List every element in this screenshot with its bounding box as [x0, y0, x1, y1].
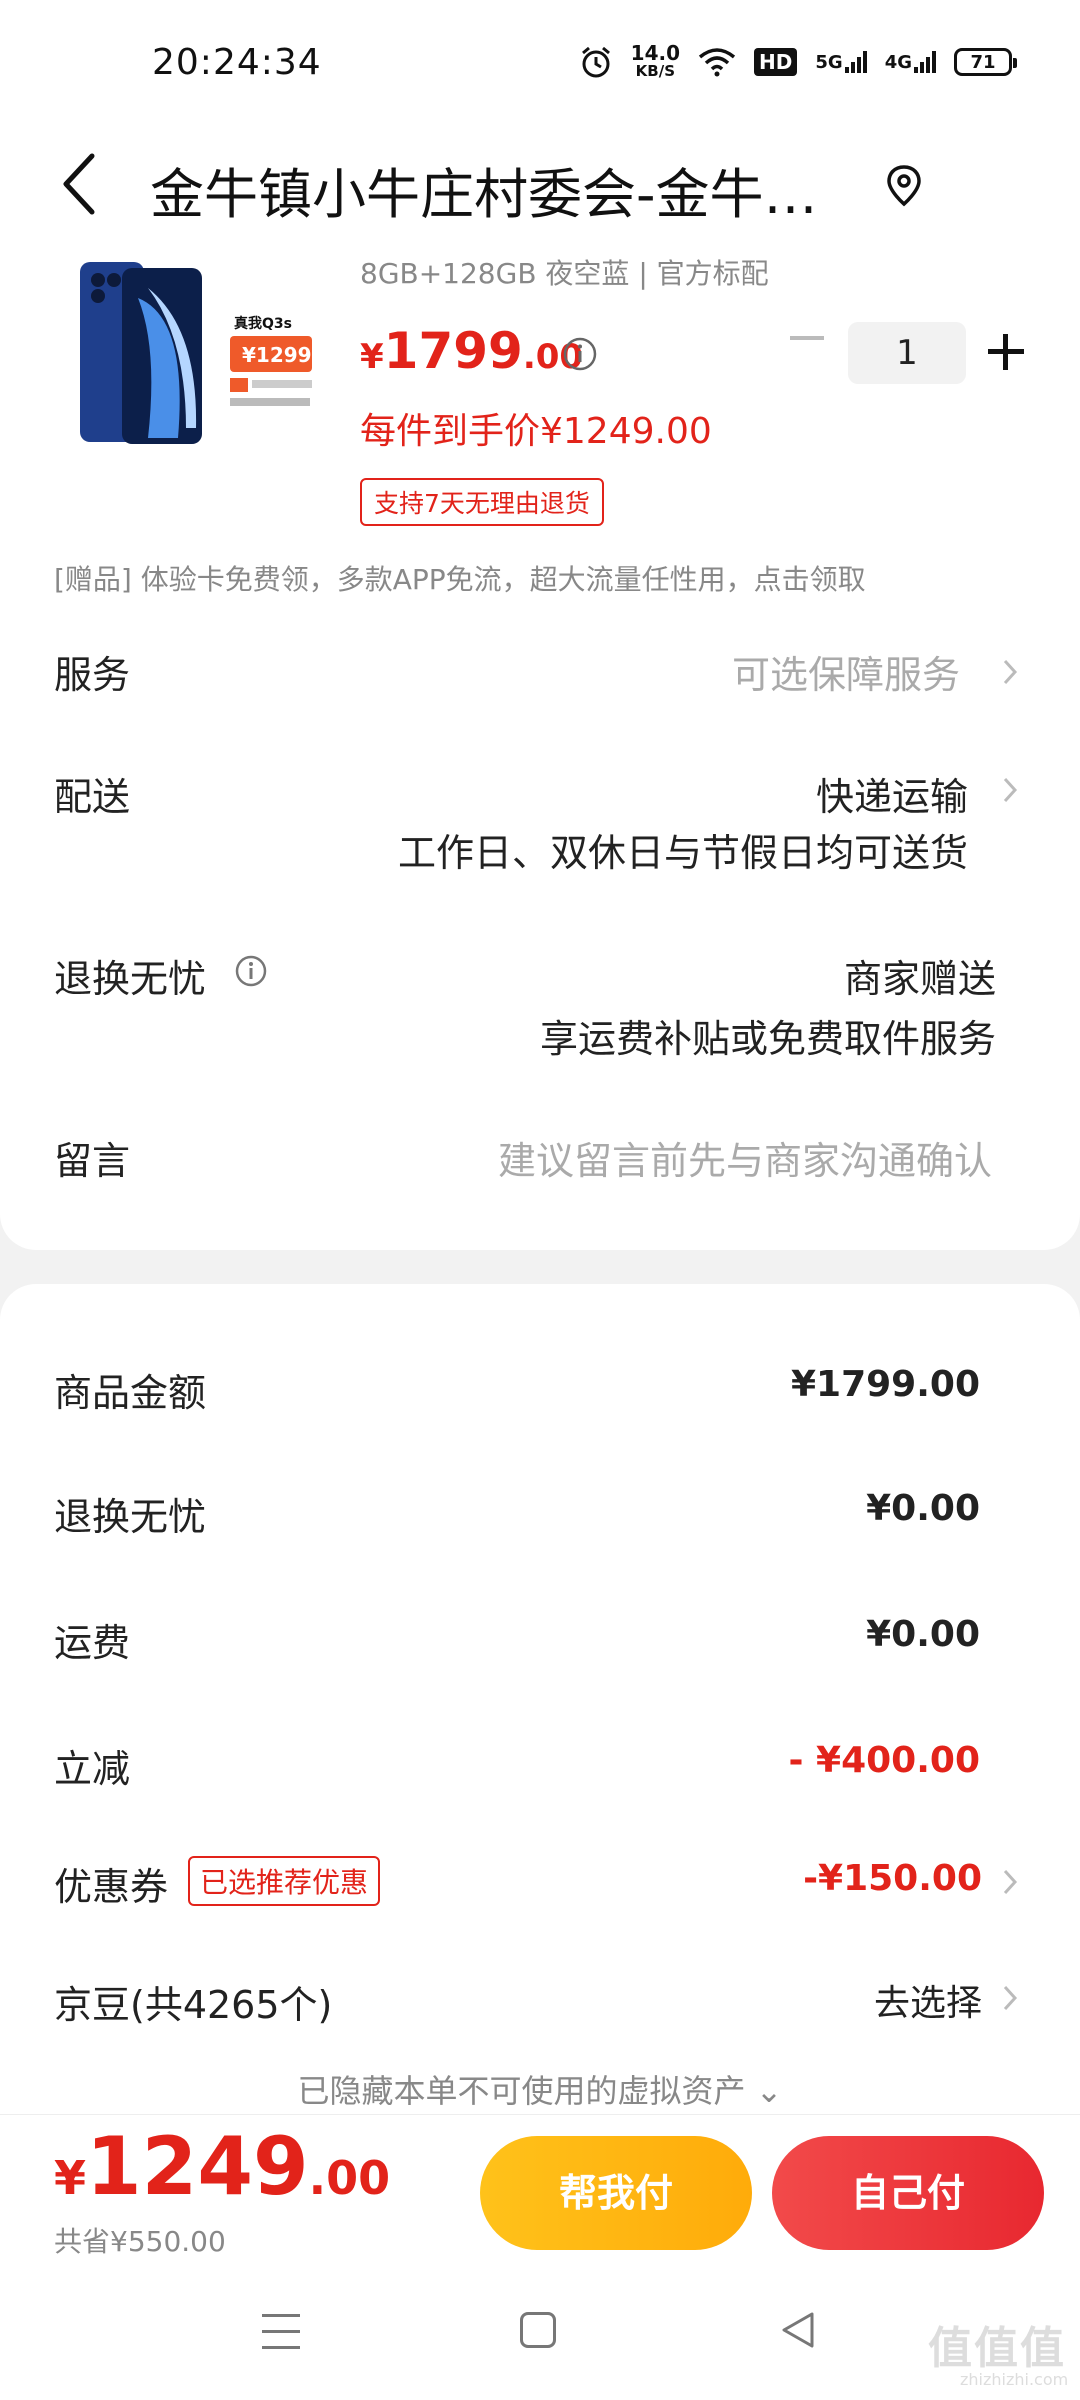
goods-amount-value: ¥1799.00 — [790, 1364, 980, 1405]
hd-voice-badge: HD — [754, 48, 798, 76]
product-image-brand: 真我Q3s — [234, 315, 292, 332]
worry-free-fee-label: 退换无忧 — [54, 1495, 207, 1539]
product-image-price: ¥1299 — [242, 343, 312, 367]
price-symbol: ¥ — [360, 337, 384, 377]
speed-value: 14.0 — [630, 41, 681, 65]
shipping-fee-label: 运费 — [54, 1621, 131, 1665]
instant-discount-label: 立减 — [54, 1747, 131, 1791]
service-label: 服务 — [54, 653, 131, 697]
delivery-note: 工作日、双休日与节假日均可送货 — [397, 831, 968, 875]
network-speed: 14.0 KB/S — [630, 41, 681, 80]
worry-free-note: 享运费补贴或免费取件服务 — [539, 1017, 996, 1061]
instant-discount-value: - ¥400.00 — [788, 1740, 980, 1781]
status-icons: 14.0 KB/S HD 5G 4G 71 — [579, 41, 1017, 82]
nav-back-icon[interactable] — [778, 2310, 818, 2350]
signal-4g: 4G — [885, 51, 936, 73]
wifi-icon — [698, 48, 736, 77]
status-time: 20:24:34 — [152, 42, 322, 83]
worry-free-value: 商家赠送 — [843, 957, 996, 1001]
price-info-icon[interactable] — [562, 336, 598, 372]
final-unit-price: 每件到手价¥1249.00 — [360, 411, 712, 452]
product-image[interactable]: 真我Q3s ¥1299 — [78, 258, 322, 450]
total-saved: 共省¥550.00 — [54, 2225, 226, 2258]
chevron-right-icon[interactable] — [1002, 1868, 1018, 1896]
coupon-value[interactable]: -¥150.00 — [803, 1858, 982, 1899]
battery-indicator: 71 — [954, 48, 1017, 76]
worry-free-label: 退换无忧 — [54, 957, 207, 1001]
watermark-url: zhizhizhi.com — [960, 2370, 1069, 2389]
jingdou-label: 京豆(共4265个) — [54, 1983, 333, 2027]
coupon-label: 优惠券 — [54, 1865, 169, 1909]
delivery-label: 配送 — [54, 775, 131, 819]
delivery-address-title[interactable]: 金牛镇小牛庄村委会-金牛… — [150, 150, 840, 229]
back-arrow-icon[interactable] — [52, 148, 112, 220]
chevron-right-icon[interactable] — [1002, 1984, 1018, 2012]
message-input[interactable]: 建议留言前先与商家沟通确认 — [498, 1130, 992, 1185]
delivery-value[interactable]: 快递运输 — [816, 766, 968, 821]
total-integer: 1249 — [86, 2120, 309, 2213]
nav-menu-icon[interactable] — [262, 2314, 300, 2350]
jingdou-select[interactable]: 去选择 — [874, 1974, 982, 2026]
shipping-fee-value: ¥0.00 — [866, 1614, 980, 1655]
watermark-logo: 值值值 — [928, 2323, 1066, 2374]
signal-4g-label: 4G — [884, 52, 912, 73]
help-me-pay-button[interactable]: 帮我付 — [480, 2136, 752, 2250]
alarm-icon — [581, 46, 610, 78]
service-value[interactable]: 可选保障服务 — [732, 644, 960, 699]
signal-5g-label: 5G — [815, 52, 843, 73]
price-integer: 1799 — [383, 322, 523, 380]
speed-unit: KB/S — [635, 62, 676, 80]
status-bar: 20:24:34 14.0 KB/S HD 5G 4G 71 — [0, 0, 1080, 120]
signal-5g: 5G — [815, 51, 867, 73]
location-pin-icon[interactable] — [884, 164, 924, 208]
chevron-right-icon[interactable] — [1002, 776, 1018, 804]
worry-free-info-icon[interactable] — [234, 954, 268, 988]
pay-myself-button[interactable]: 自己付 — [772, 2136, 1044, 2250]
nav-home-icon[interactable] — [520, 2312, 556, 2348]
total-price: ¥1249.00 — [54, 2120, 390, 2213]
product-spec[interactable]: 8GB+128GB 夜空蓝 | 官方标配 — [360, 252, 769, 292]
return-policy-tag: 支持7天无理由退货 — [360, 478, 604, 526]
quantity-decrease-button[interactable] — [790, 336, 824, 340]
hidden-assets-toggle[interactable]: 已隐藏本单不可使用的虚拟资产 ⌄ — [0, 2066, 1080, 2112]
product-price: ¥1799.00 — [360, 322, 583, 380]
total-symbol: ¥ — [54, 2151, 87, 2205]
chevron-right-icon[interactable] — [1002, 658, 1018, 686]
message-label: 留言 — [54, 1139, 131, 1183]
gift-promo[interactable]: [赠品] 体验卡免费领，多款APP免流，超大流量任性用，点击领取 — [54, 558, 866, 598]
quantity-input[interactable]: 1 — [848, 322, 966, 384]
total-decimal: .00 — [308, 2151, 391, 2205]
quantity-increase-button[interactable] — [988, 334, 1024, 370]
goods-amount-label: 商品金额 — [54, 1371, 207, 1415]
coupon-recommended-tag: 已选推荐优惠 — [188, 1856, 381, 1906]
worry-free-fee-value: ¥0.00 — [866, 1488, 980, 1529]
